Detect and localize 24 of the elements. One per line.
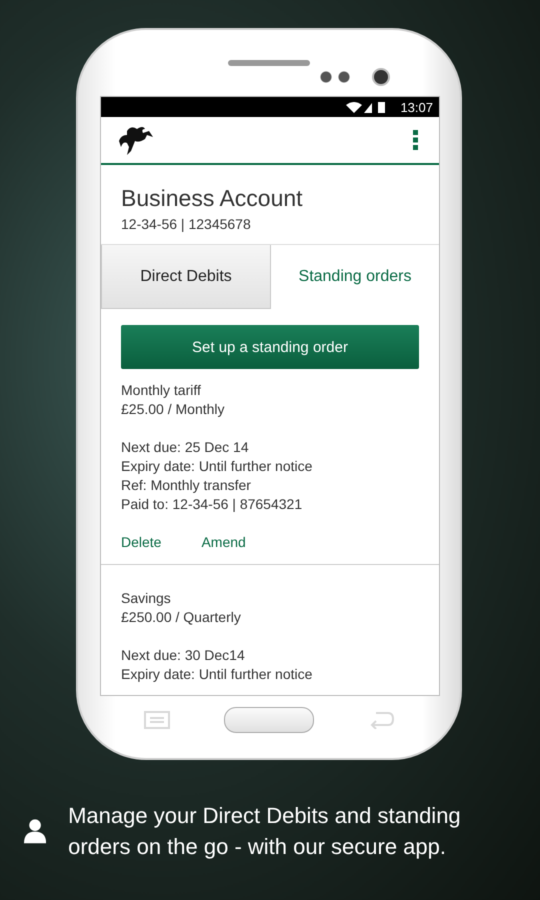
- setup-order-button[interactable]: Set up a standing order: [121, 325, 419, 369]
- back-icon[interactable]: [368, 711, 394, 729]
- order-amount: £25.00 / Monthly: [121, 400, 226, 419]
- order-detail: Next due: 25 Dec 14: [121, 438, 250, 457]
- order-detail: Expiry date: Until further notice: [121, 457, 314, 476]
- sensor-dots: [320, 71, 350, 83]
- order-detail: Next due: 30 Dec14: [121, 646, 246, 665]
- order-detail: Ref: Monthly transfer: [121, 476, 252, 495]
- caption-text: Manage your Direct Debits and standing orders on the go - with our secure app.: [68, 802, 462, 861]
- order-detail: Expiry date: Until further notice: [121, 665, 314, 684]
- account-title: Business Account: [121, 185, 304, 212]
- order-detail: Paid to: 12-34-56 | 87654321: [121, 495, 304, 514]
- camera-lens: [372, 68, 390, 86]
- order-name: Savings: [121, 589, 172, 608]
- order-amount: £250.00 / Quarterly: [121, 608, 242, 627]
- menu-icon[interactable]: [144, 711, 170, 729]
- order-action-link[interactable]: Amend: [201, 534, 246, 550]
- account-number: 12-34-56 | 12345678: [121, 216, 252, 232]
- home-button[interactable]: [224, 707, 314, 733]
- order-name: Monthly tariff: [121, 381, 202, 400]
- more-menu-icon[interactable]: [413, 130, 419, 150]
- status-time: 13:07: [400, 100, 433, 114]
- order-action-link[interactable]: Delete: [121, 534, 162, 550]
- tab[interactable]: Direct Debits: [101, 245, 271, 309]
